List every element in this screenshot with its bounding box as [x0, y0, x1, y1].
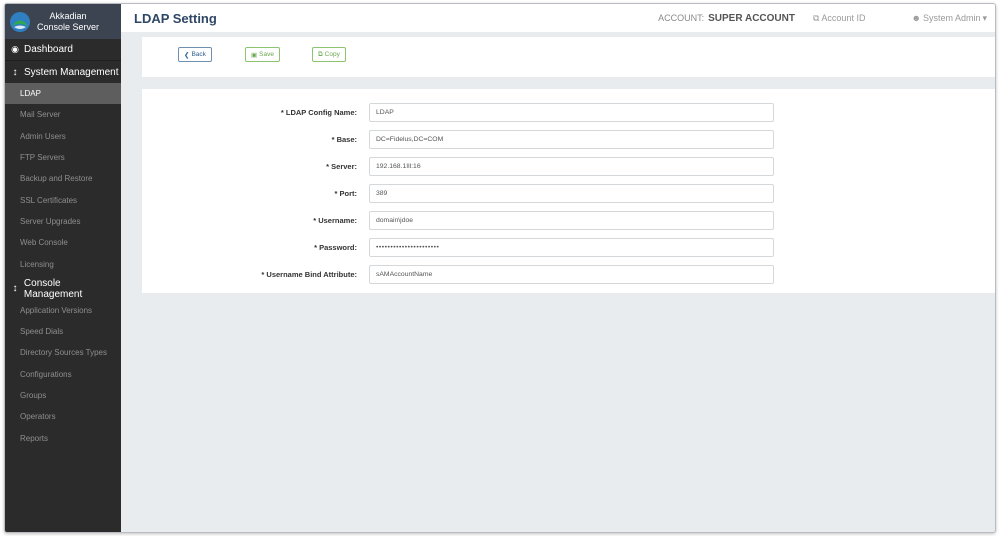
sidebar-item-admin-users[interactable]: Admin Users [5, 126, 121, 147]
copy-icon: ⧉ [812, 12, 820, 23]
account-value: SUPER ACCOUNT [708, 12, 795, 24]
akkadian-logo-icon [10, 11, 30, 32]
sidebar-item-configurations[interactable]: Configurations [5, 364, 121, 385]
save-button[interactable]: ▣ Save [245, 47, 280, 62]
username-label: * Username: [313, 216, 357, 225]
password-input[interactable]: •••••••••••••••••••••• [369, 238, 774, 257]
save-label: Save [259, 51, 274, 58]
page-title: LDAP Setting [134, 10, 217, 26]
save-icon: ▣ [251, 51, 258, 59]
brand-name: Akkadian Console Server [37, 11, 99, 33]
back-label: Back [191, 51, 206, 58]
sidebar-item-speed-dials[interactable]: Speed Dials [5, 321, 121, 342]
sidebar-item-application-versions[interactable]: Application Versions [5, 300, 121, 321]
password-label: * Password: [314, 243, 357, 252]
brand[interactable]: Akkadian Console Server [5, 4, 121, 39]
port-label: * Port: [334, 189, 358, 198]
back-button[interactable]: ❮ Back [178, 47, 212, 62]
sidebar-item-mail-server[interactable]: Mail Server [5, 104, 121, 125]
port-input[interactable]: 389 [369, 184, 774, 203]
sidebar-item-server-upgrades[interactable]: Server Upgrades [5, 211, 121, 232]
sidebar-item-backup-restore[interactable]: Backup and Restore [5, 168, 121, 189]
server-input[interactable]: 192.168.1Ill:16 [369, 157, 774, 176]
sidebar-section-console-management[interactable]: ↕ Console Management [5, 277, 121, 300]
sidebar-section-system-management[interactable]: ↕ System Management [5, 61, 121, 83]
sidebar-item-groups[interactable]: Groups [5, 385, 121, 406]
sidebar-item-dashboard[interactable]: ◉ Dashboard [5, 39, 121, 61]
brand-line-1: Akkadian [49, 10, 87, 21]
sidebar-item-directory-sources-types[interactable]: Directory Sources Types [5, 342, 121, 363]
username-input[interactable]: domain\jdoe [369, 211, 774, 230]
copy-icon: ⧉ [318, 50, 323, 58]
form-row-password: * Password: •••••••••••••••••••••• [142, 238, 995, 257]
section-label: System Management [24, 66, 119, 78]
form-row-server: * Server: 192.168.1Ill:16 [142, 157, 995, 176]
form-row-config-name: * LDAP Config Name: LDAP [142, 103, 995, 122]
toolbar: ❮ Back ▣ Save ⧉ Copy [142, 37, 995, 77]
account-id-button[interactable]: ⧉ Account ID [813, 13, 865, 24]
config-name-input[interactable]: LDAP [369, 103, 774, 122]
bind-attribute-label: * Username Bind Attribute: [261, 270, 357, 279]
base-input[interactable]: DC=Fidelus,DC=COM [369, 130, 774, 149]
sort-icon: ↕ [12, 66, 18, 78]
caret-down-icon: ▾ [982, 12, 987, 23]
sidebar-item-web-console[interactable]: Web Console [5, 232, 121, 253]
sidebar-item-ssl-certificates[interactable]: SSL Certificates [5, 189, 121, 210]
sidebar-item-reports[interactable]: Reports [5, 427, 121, 448]
dashboard-icon: ◉ [11, 44, 19, 54]
brand-line-2: Console Server [37, 21, 100, 32]
console-management-list: Application Versions Speed Dials Directo… [5, 300, 121, 449]
base-label: * Base: [331, 135, 357, 144]
app-window: Akkadian Console Server ◉ Dashboard ↕ Sy… [4, 3, 996, 533]
form-row-bind-attribute: * Username Bind Attribute: sAMAccountNam… [142, 265, 995, 284]
header-right: ACCOUNT: SUPER ACCOUNT ⧉ Account ID ☻ Sy… [658, 13, 995, 24]
form-row-base: * Base: DC=Fidelus,DC=COM [142, 130, 995, 149]
top-header: LDAP Setting ACCOUNT: SUPER ACCOUNT ⧉ Ac… [121, 4, 995, 32]
account-label: ACCOUNT: [658, 13, 705, 23]
server-label: * Server: [326, 162, 357, 171]
sidebar: Akkadian Console Server ◉ Dashboard ↕ Sy… [5, 4, 121, 532]
copy-label: Copy [324, 51, 340, 58]
user-icon: ☻ [911, 13, 921, 23]
ldap-form: * LDAP Config Name: LDAP * Base: DC=Fide… [142, 89, 995, 293]
back-icon: ❮ [184, 51, 190, 59]
form-row-port: * Port: 389 [142, 184, 995, 203]
form-row-username: * Username: domain\jdoe [142, 211, 995, 230]
copy-button[interactable]: ⧉ Copy [312, 47, 346, 62]
user-menu[interactable]: ☻ System Admin ▾ [911, 13, 987, 24]
user-name: System Admin [922, 13, 981, 23]
sidebar-item-ftp-servers[interactable]: FTP Servers [5, 147, 121, 168]
sidebar-item-operators[interactable]: Operators [5, 406, 121, 427]
account-id-label: Account ID [821, 13, 866, 23]
sidebar-item-licensing[interactable]: Licensing [5, 253, 121, 274]
sidebar-item-label: Dashboard [24, 44, 73, 55]
section-label: Console Management [23, 277, 83, 300]
sort-icon: ↕ [12, 283, 18, 295]
sidebar-item-ldap[interactable]: LDAP [5, 83, 121, 105]
system-management-list: LDAP Mail Server Admin Users FTP Servers… [5, 83, 121, 275]
config-name-label: * LDAP Config Name: [280, 108, 357, 117]
bind-attribute-input[interactable]: sAMAccountName [369, 265, 774, 284]
